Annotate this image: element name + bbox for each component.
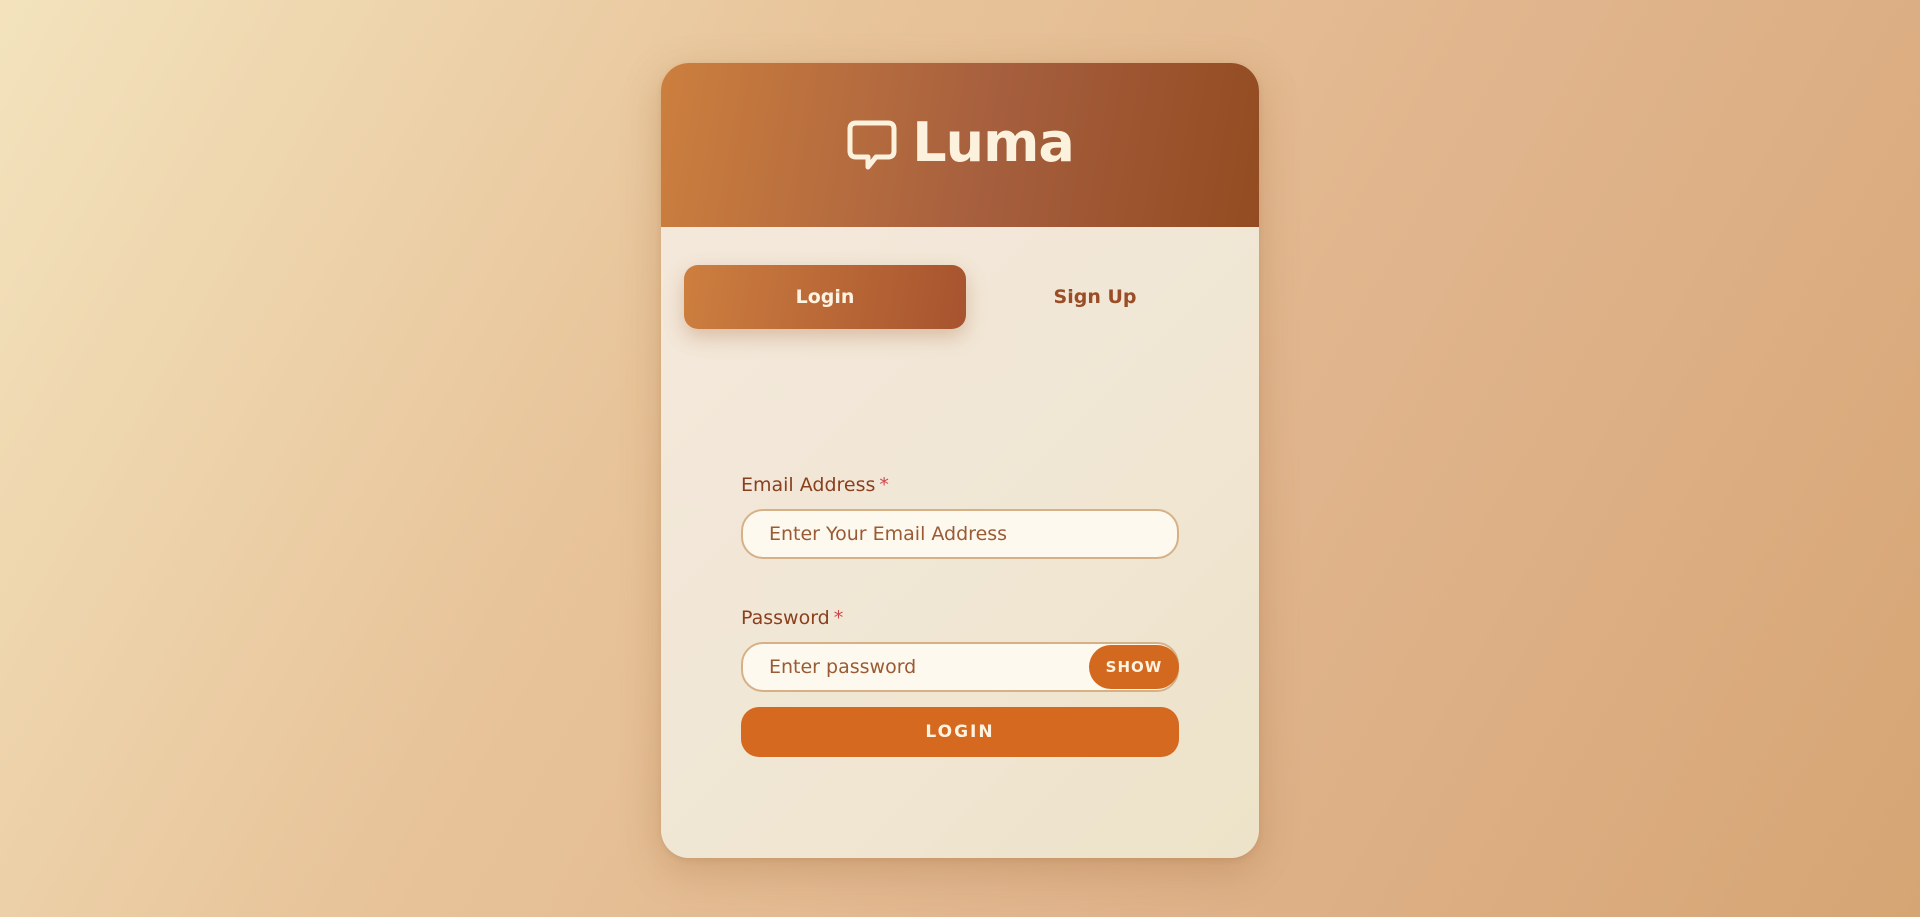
card-header: Luma [661, 63, 1259, 227]
chat-bubble-icon [847, 120, 897, 170]
tab-sign-up[interactable]: Sign Up [954, 265, 1236, 329]
password-label: Password * [741, 606, 1179, 630]
password-label-text: Password [741, 607, 830, 629]
required-mark: * [833, 607, 844, 629]
login-submit-button[interactable]: LOGIN [741, 707, 1179, 757]
email-label-text: Email Address [741, 474, 876, 496]
email-field-group: Email Address * [741, 473, 1179, 559]
email-input[interactable] [741, 509, 1179, 559]
brand: Luma [846, 111, 1075, 174]
password-input-wrap: SHOW [741, 642, 1179, 692]
password-field-group: Password * SHOW [741, 606, 1179, 692]
required-mark: * [879, 474, 889, 496]
show-password-button[interactable]: SHOW [1089, 645, 1179, 689]
tab-login[interactable]: Login [684, 265, 966, 329]
email-label: Email Address * [741, 473, 1179, 497]
email-input-wrap [741, 509, 1179, 559]
login-card: Luma Login Sign Up Email Address* Passwo… [661, 63, 1259, 858]
brand-name: Luma [912, 111, 1075, 174]
auth-tabs: Login Sign Up [684, 265, 1236, 329]
